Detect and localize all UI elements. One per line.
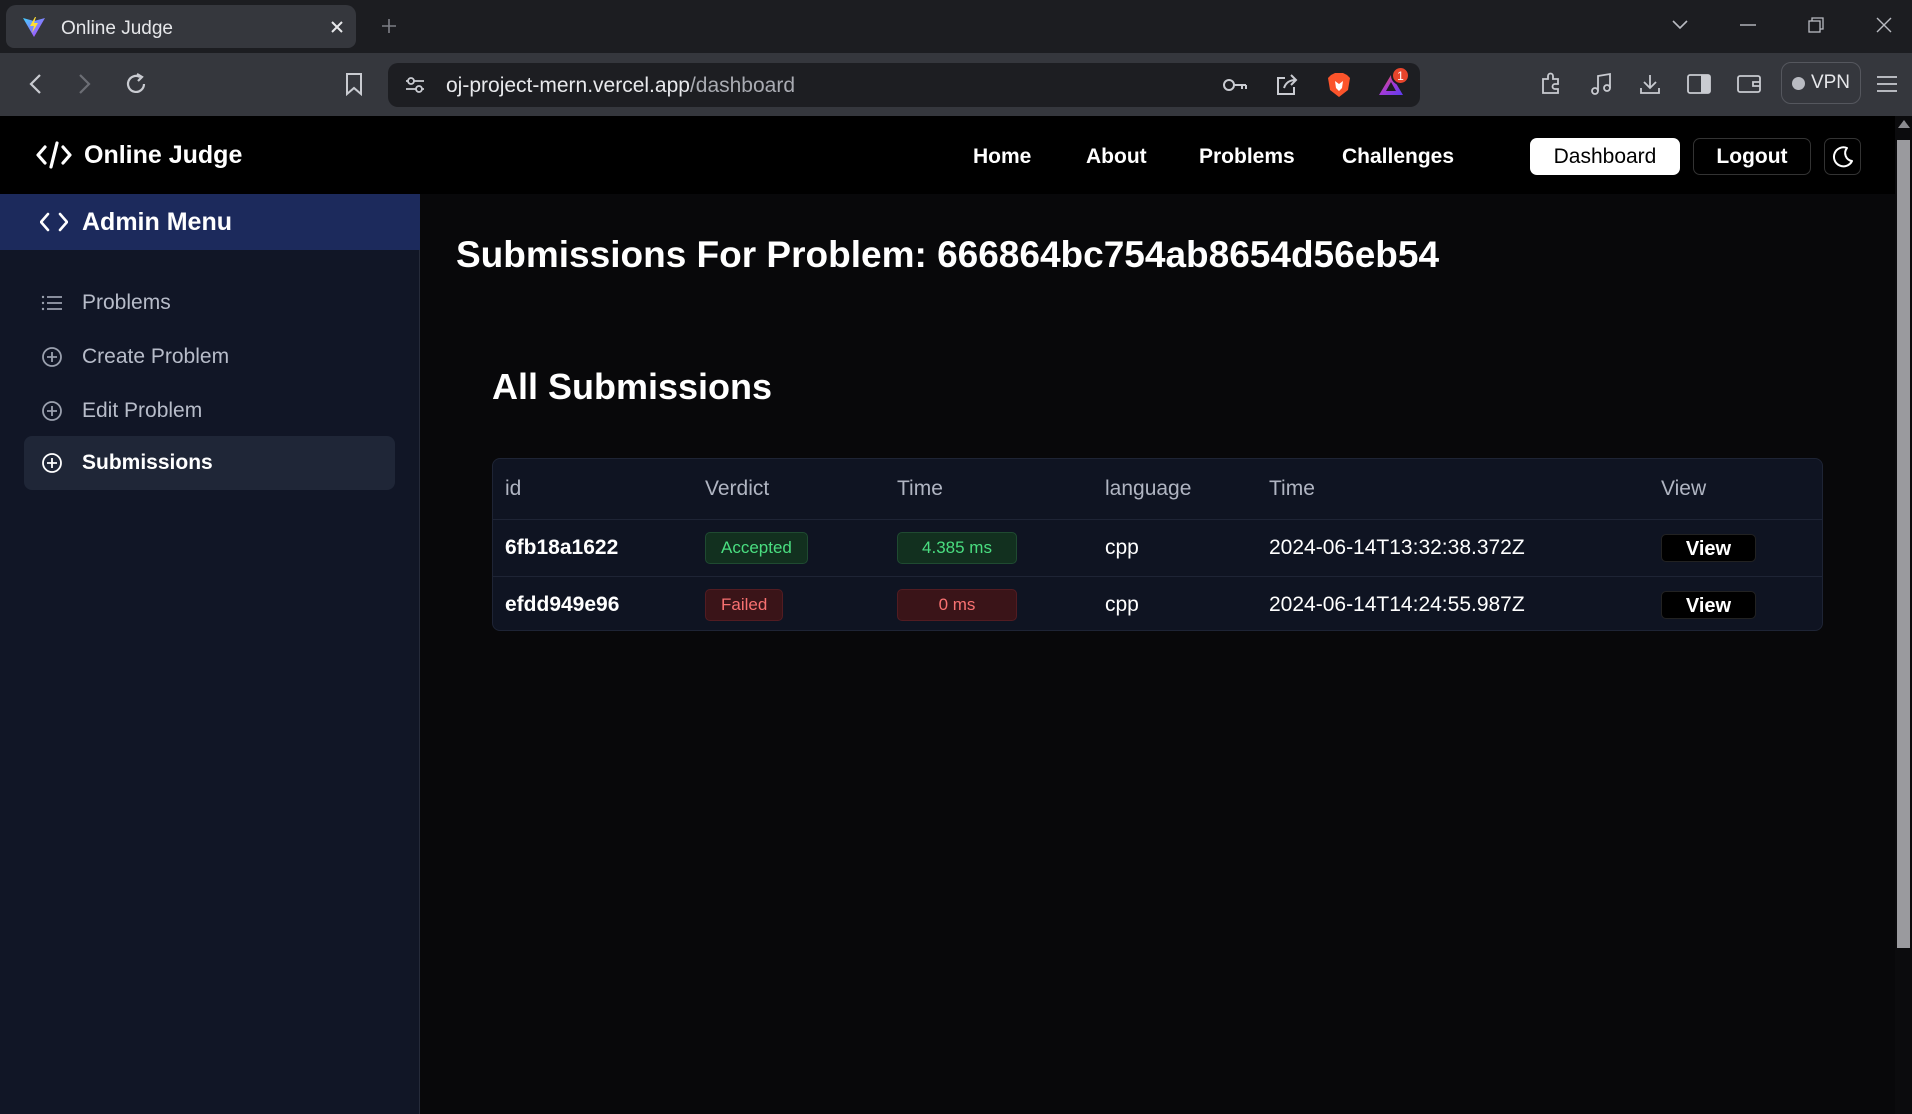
view-cell: View (1649, 519, 1822, 577)
admin-menu-header: Admin Menu (0, 194, 420, 250)
tab-title: Online Judge (61, 18, 173, 39)
vpn-button[interactable]: VPN (1781, 62, 1861, 104)
nav-problems[interactable]: Problems (1199, 145, 1295, 169)
verdict-badge: Accepted (705, 531, 808, 564)
column-header-view[interactable]: View (1649, 459, 1822, 520)
browser-tab-bar: Online Judge (0, 0, 1912, 53)
brand-name: Online Judge (84, 140, 243, 169)
sidebar-item-label: Create Problem (82, 345, 230, 368)
scroll-up-arrow-icon[interactable] (1898, 120, 1910, 128)
password-key-icon[interactable] (1220, 70, 1250, 100)
site-settings-icon[interactable] (400, 70, 430, 100)
verdict-cell: Accepted (693, 519, 885, 577)
wallet-icon[interactable] (1731, 66, 1767, 102)
sidebar-item-problems[interactable]: Problems (24, 276, 395, 330)
section-title: All Submissions (492, 366, 773, 407)
sidebar-item-label: Edit Problem (82, 399, 203, 422)
extensions-icon[interactable] (1533, 66, 1569, 102)
sidebar-item-edit-problem[interactable]: Edit Problem (24, 384, 395, 438)
nav-about[interactable]: About (1086, 145, 1147, 169)
sidebar-item-label: Submissions (82, 451, 213, 474)
new-tab-icon[interactable] (375, 12, 403, 40)
page-title: Submissions For Problem: 666864bc754ab86… (456, 234, 1440, 275)
view-button[interactable]: View (1661, 590, 1756, 619)
submission-id: 6fb18a1622 (493, 519, 693, 577)
brand-link[interactable]: Online Judge (36, 140, 242, 170)
site-header: Online Judge Home About Problems Challen… (0, 116, 1895, 194)
close-tab-icon[interactable] (326, 16, 348, 38)
page-scrollbar[interactable] (1895, 116, 1912, 1114)
scrollbar-thumb[interactable] (1897, 140, 1910, 948)
browser-tab[interactable]: Online Judge (6, 5, 356, 48)
list-icon (41, 294, 63, 312)
plus-circle-icon (41, 346, 63, 368)
music-icon[interactable] (1583, 66, 1619, 102)
sidebar-item-create-problem[interactable]: Create Problem (24, 330, 395, 384)
address-bar[interactable]: oj-project-mern.vercel.app/dashboard (388, 63, 1420, 107)
table-row: 6fb18a1622 Accepted 4.385 ms cpp 2024-06… (493, 519, 1822, 577)
moon-icon (1831, 145, 1855, 169)
timestamp-cell: 2024-06-14T13:32:38.372Z (1257, 519, 1649, 577)
code-slash-icon (36, 140, 72, 170)
column-header-time[interactable]: Time (885, 459, 1093, 520)
browser-toolbar: oj-project-mern.vercel.app/dashboard 1 V… (0, 53, 1912, 116)
language-cell: cpp (1105, 592, 1139, 616)
theme-toggle-button[interactable] (1824, 138, 1861, 175)
download-icon[interactable] (1632, 66, 1668, 102)
submission-id: efdd949e96 (505, 592, 620, 616)
nav-home[interactable]: Home (973, 145, 1031, 169)
main-content: Submissions For Problem: 666864bc754ab86… (421, 194, 1895, 1114)
code-icon (40, 212, 68, 232)
menu-icon[interactable] (1869, 66, 1905, 102)
view-button[interactable]: View (1661, 533, 1756, 562)
restore-icon[interactable] (1798, 10, 1834, 40)
close-window-icon[interactable] (1866, 10, 1902, 40)
forward-icon[interactable] (67, 66, 103, 102)
brave-shields-icon[interactable] (1324, 70, 1354, 100)
column-header-verdict[interactable]: Verdict (693, 459, 885, 520)
url-path: /dashboard (689, 74, 796, 97)
timestamp-cell: 2024-06-14T14:24:55.987Z (1269, 592, 1525, 616)
sidebar-item-label: Problems (82, 291, 171, 314)
language-cell: cpp (1093, 519, 1257, 577)
view-cell: View (1649, 576, 1822, 630)
vite-logo-icon (22, 16, 46, 38)
submissions-table: id Verdict Time language Time View 6fb18… (492, 458, 1823, 631)
table-row: efdd949e96 Failed 0 ms cpp 2024-06-14T14… (493, 576, 1822, 630)
back-icon[interactable] (17, 66, 53, 102)
bookmark-icon[interactable] (336, 66, 372, 102)
verdict-cell: Failed (693, 576, 885, 630)
nav-challenges[interactable]: Challenges (1342, 145, 1454, 169)
reload-icon[interactable] (118, 66, 154, 102)
dashboard-button[interactable]: Dashboard (1530, 138, 1680, 175)
vpn-status-dot (1791, 76, 1805, 90)
table-header-row: id Verdict Time language Time View (493, 459, 1822, 520)
column-header-id[interactable]: id (493, 459, 693, 520)
time-badge: 0 ms (897, 588, 1017, 621)
minimize-icon[interactable] (1730, 10, 1766, 40)
column-header-language[interactable]: language (1093, 459, 1257, 520)
vpn-label: VPN (1810, 72, 1851, 93)
share-icon[interactable] (1272, 70, 1302, 100)
admin-menu-title: Admin Menu (82, 207, 232, 236)
sidebar-item-submissions[interactable]: Submissions (24, 436, 395, 490)
plus-circle-icon (41, 452, 63, 474)
notification-badge: 1 (1391, 66, 1410, 85)
url-host: oj-project-mern.vercel.app (446, 74, 690, 97)
tab-search-chevron-icon[interactable] (1662, 10, 1698, 40)
plus-circle-icon (41, 400, 63, 422)
admin-sidebar: Admin Menu Problems Create Problem Edit … (0, 194, 420, 1114)
time-badge: 4.385 ms (897, 531, 1017, 564)
verdict-badge: Failed (705, 588, 784, 621)
sidebar-toggle-icon[interactable] (1681, 66, 1717, 102)
time-cell: 4.385 ms (885, 519, 1093, 577)
logout-button[interactable]: Logout (1693, 138, 1811, 175)
url-text: oj-project-mern.vercel.app/dashboard (446, 74, 795, 98)
column-header-timestamp[interactable]: Time (1257, 459, 1649, 520)
time-cell: 0 ms (885, 576, 1093, 630)
